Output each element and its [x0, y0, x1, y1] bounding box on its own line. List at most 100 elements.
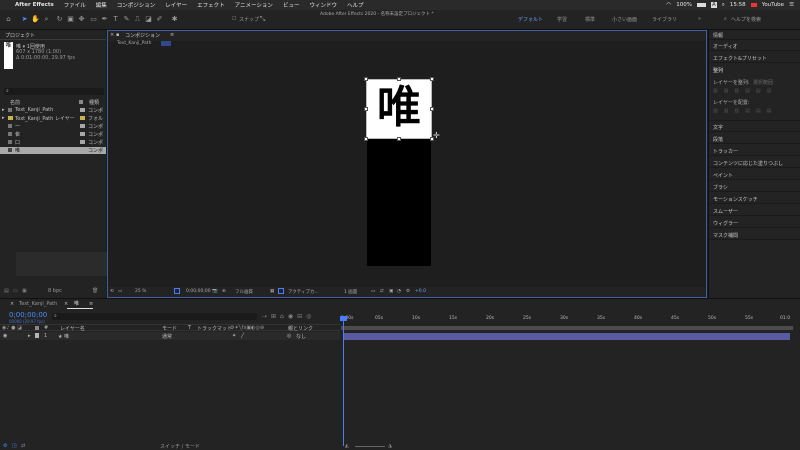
3d-renderer-icon[interactable]	[278, 288, 284, 294]
menu-edit[interactable]: 編集	[91, 1, 112, 9]
timeline-tab-comp[interactable]: Text_Kanji_Path	[19, 301, 57, 307]
clone-stamp-tool-icon[interactable]: ⎍	[133, 15, 142, 24]
toggle-modes-icon[interactable]: ◳	[12, 443, 17, 449]
list-item[interactable]: 一 コンポ	[0, 123, 106, 130]
app-menu[interactable]: After Effects	[10, 2, 59, 8]
column-type-header[interactable]: 種類	[89, 99, 99, 106]
fit-icon[interactable]	[174, 288, 180, 294]
menu-animation[interactable]: アニメーション	[230, 1, 278, 9]
panel-menu-icon[interactable]: ≡	[170, 32, 174, 38]
label-color[interactable]	[35, 333, 39, 338]
switches-modes-label[interactable]: スイッチ / モード	[160, 443, 200, 450]
list-item-selected[interactable]: 唯 コンポ	[0, 147, 106, 154]
timeline-tab-active[interactable]: 唯	[74, 300, 79, 307]
panel-audio[interactable]: オーディオ	[713, 43, 738, 50]
bit-depth[interactable]: 8 bpc	[48, 288, 62, 294]
handle-tc[interactable]	[397, 77, 401, 81]
interpret-footage-icon[interactable]: ▤	[4, 288, 9, 294]
align-target-dropdown[interactable]: 選択範囲	[753, 79, 773, 86]
hand-tool-icon[interactable]: ✋	[31, 15, 40, 24]
close-icon[interactable]: ×	[64, 301, 68, 307]
col-layer-name[interactable]: レイヤー名	[60, 325, 85, 332]
zoom-slider[interactable]	[355, 446, 385, 447]
layer-duration-bar[interactable]	[343, 333, 790, 340]
playhead-handle[interactable]	[340, 316, 347, 321]
project-search-field[interactable]: ⌕	[4, 88, 104, 95]
panel-info[interactable]: 情報	[713, 32, 723, 39]
handle-bl[interactable]	[364, 137, 368, 141]
layer-name[interactable]: ★ 唯	[58, 333, 69, 340]
lock-icon[interactable]: ▪	[116, 32, 119, 38]
motion-blur-icon[interactable]: ◔	[397, 289, 401, 294]
col-parent[interactable]: 親とリンク	[288, 325, 313, 332]
toggle-masks-icon[interactable]: ▭	[371, 289, 375, 294]
handle-tl[interactable]	[364, 77, 368, 81]
comp-flow-icon[interactable]	[161, 41, 171, 46]
mode-dropdown[interactable]: 通常	[162, 333, 172, 340]
menu-view[interactable]: ビュー	[278, 1, 305, 9]
home-icon[interactable]: ⌂	[4, 15, 13, 24]
menu-layer[interactable]: レイヤー	[160, 1, 192, 9]
flowchart-icon[interactable]: ⇄	[380, 289, 384, 294]
comp-panel-tab[interactable]: コンポジション	[125, 32, 160, 39]
zoom-tool-icon[interactable]: ⌕	[42, 15, 51, 24]
expand-arrow-icon[interactable]: ▸	[28, 333, 31, 339]
type-tool-icon[interactable]: T	[111, 15, 120, 24]
panel-effects-presets[interactable]: エフェクト&プリセット	[713, 55, 767, 62]
panel-content-aware-fill[interactable]: コンテンツに応じた塗りつぶし	[713, 160, 783, 167]
menu-window[interactable]: ウィンドウ	[304, 1, 342, 9]
handle-ml[interactable]	[364, 107, 368, 111]
panel-paragraph[interactable]: 段落	[713, 136, 723, 143]
col-t[interactable]: T	[188, 325, 191, 331]
panel-mask-interpolation[interactable]: マスク補間	[713, 232, 738, 239]
menu-help[interactable]: ヘルプ	[342, 1, 369, 9]
layer-search-field[interactable]: ⌕	[52, 313, 257, 320]
text-layer-bounds[interactable]: 唯	[366, 79, 432, 139]
comp-timecode[interactable]: 0;00;00;00	[186, 289, 211, 294]
eraser-tool-icon[interactable]: ◪	[144, 15, 153, 24]
snapping-checkbox[interactable]: ☐	[232, 16, 236, 22]
column-name-header[interactable]: 名前	[10, 99, 20, 106]
youtube-icon[interactable]	[750, 3, 757, 7]
battery-icon[interactable]	[696, 3, 706, 7]
pan-behind-tool-icon[interactable]: ✥	[77, 15, 86, 24]
transparency-grid-icon[interactable]: ▦	[270, 289, 274, 294]
selection-tool-icon[interactable]: ➤	[20, 15, 29, 24]
workspace-small-screen[interactable]: 小さい画面	[612, 16, 637, 23]
always-preview-icon[interactable]: ⟲	[110, 289, 114, 294]
camera-dropdown[interactable]: アクティブカ...	[288, 289, 319, 295]
switch-shy-icon[interactable]: ✶	[232, 333, 236, 339]
list-item[interactable]: 口 コンポ	[0, 139, 106, 146]
help-search-icon[interactable]: ⌕	[724, 16, 727, 22]
rectangle-tool-icon[interactable]: ▭	[89, 15, 98, 24]
brush-tool-icon[interactable]: ✎	[122, 15, 131, 24]
workspace-default[interactable]: デフォルト	[518, 16, 543, 23]
workspace-more-icon[interactable]: »	[698, 16, 701, 22]
panel-tracker[interactable]: トラッカー	[713, 148, 738, 155]
layer-row[interactable]: ◉ ▸ 1 ★ 唯 通常 ✶ ╱ ◎ なし	[0, 332, 340, 340]
roto-brush-tool-icon[interactable]: ✐	[155, 15, 164, 24]
time-ruler[interactable]: 0:00s 05s 10s 15s 20s 25s 30s 35s 40s 45…	[341, 316, 793, 325]
panel-character[interactable]: 文字	[713, 124, 723, 131]
rotate-tool-icon[interactable]: ↻	[55, 15, 64, 24]
visibility-icon[interactable]: ◉	[3, 333, 7, 339]
list-item[interactable]: 隹 コンポ	[0, 131, 106, 138]
draft-3d-icon[interactable]: ▣	[389, 289, 393, 294]
menu-composition[interactable]: コンポジション	[112, 1, 161, 9]
project-tab[interactable]: プロジェクト	[5, 32, 35, 39]
handle-tr[interactable]	[430, 77, 434, 81]
menu-file[interactable]: ファイル	[59, 1, 91, 9]
workspace-standard[interactable]: 標準	[585, 16, 595, 23]
zoom-in-icon[interactable]: ◮	[388, 443, 392, 449]
region-of-interest-icon[interactable]: ▭	[118, 289, 122, 294]
menu-effect[interactable]: エフェクト	[192, 1, 230, 9]
panel-motion-sketch[interactable]: モーションスケッチ	[713, 196, 758, 203]
close-icon[interactable]: ×	[10, 301, 14, 307]
views-dropdown[interactable]: 1 画面	[344, 289, 357, 295]
wifi-icon[interactable]: ◠	[666, 2, 671, 8]
parent-pickwhip-icon[interactable]: ◎	[287, 333, 291, 339]
comp-tab[interactable]: Text_Kanji_Path	[117, 41, 151, 46]
search-icon[interactable]: ⌕	[722, 2, 725, 9]
work-area-bar[interactable]	[341, 326, 793, 330]
panel-smoother[interactable]: スムーザー	[713, 208, 738, 215]
